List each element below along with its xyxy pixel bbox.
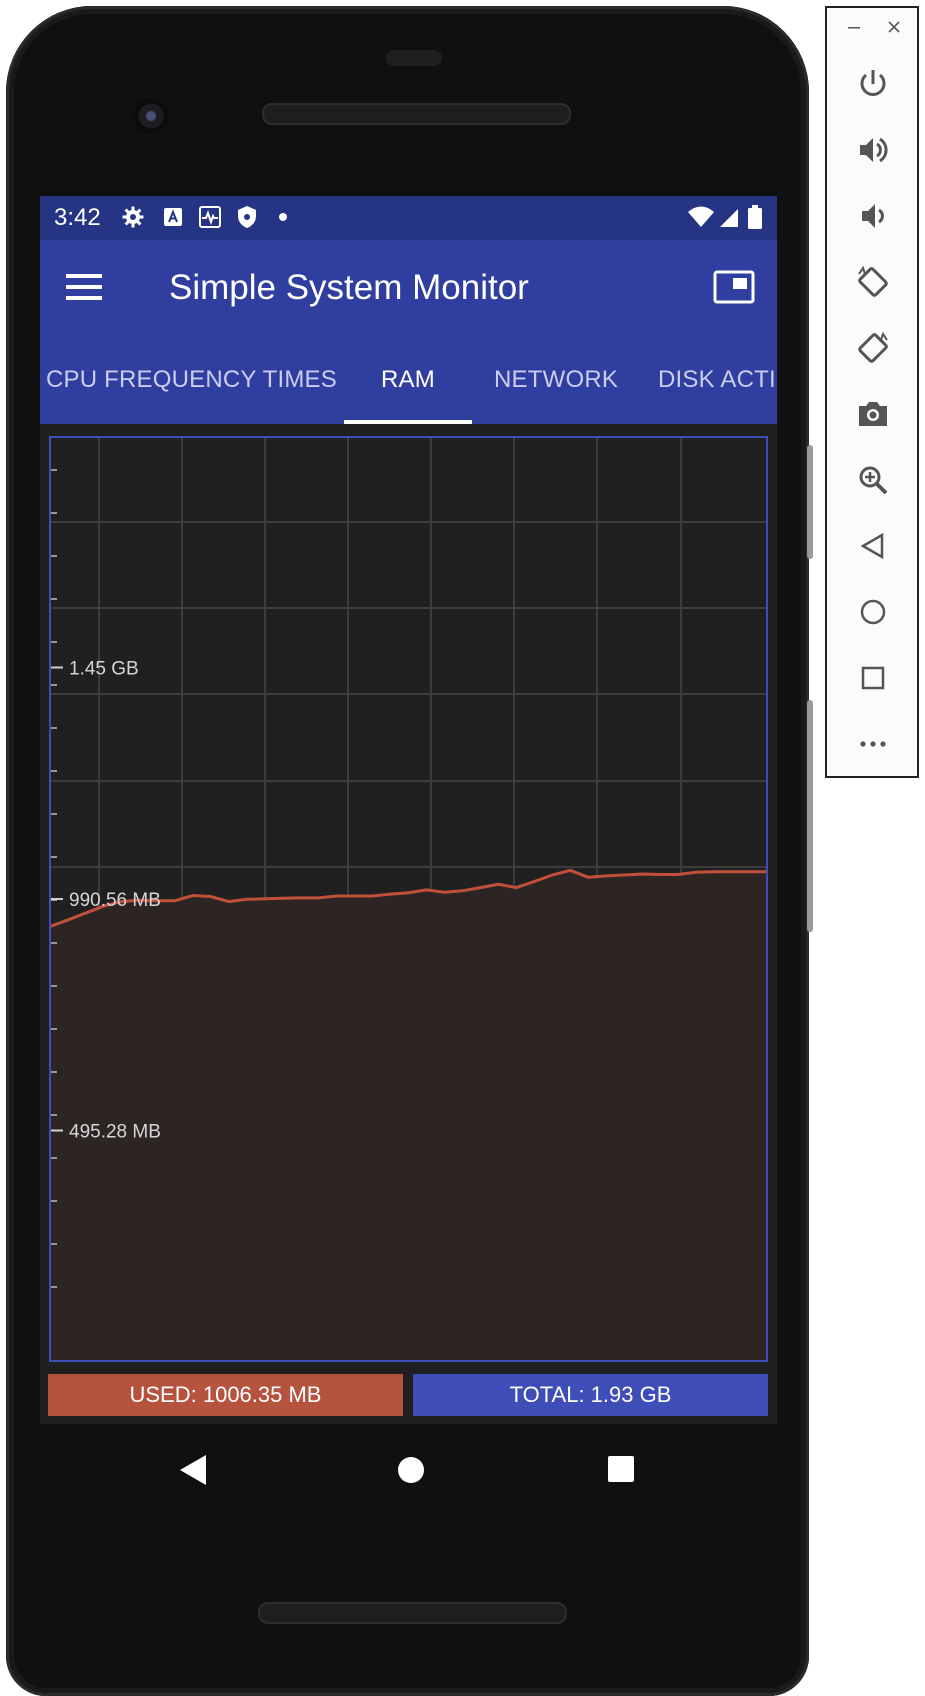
- hamburger-menu-icon[interactable]: [66, 272, 102, 302]
- pulse-icon: [197, 204, 223, 230]
- recents-square-icon[interactable]: [607, 1455, 635, 1488]
- tab-disk-activity[interactable]: DISK ACTI: [658, 366, 776, 394]
- power-icon[interactable]: [850, 61, 896, 107]
- overview-icon[interactable]: [850, 655, 896, 701]
- volume-up-icon[interactable]: [850, 127, 896, 173]
- emulator-toolbar: [825, 6, 919, 778]
- gear-icon: [120, 204, 146, 230]
- ram-chart-svg: 1.45 GB 990.56 MB 495.28 MB: [48, 436, 768, 1362]
- tab-ram[interactable]: RAM: [381, 366, 435, 394]
- top-speaker-grille: [262, 103, 571, 125]
- device-screen: 3:42 Simple System Monitor CPU FREQUENCY…: [40, 196, 777, 1424]
- back-triangle-icon[interactable]: [178, 1453, 208, 1492]
- camera-icon[interactable]: [850, 391, 896, 437]
- a-box-icon: [160, 204, 186, 230]
- app-title: Simple System Monitor: [169, 268, 529, 307]
- picture-in-picture-icon[interactable]: [713, 270, 755, 304]
- rotate-left-icon[interactable]: [850, 259, 896, 305]
- minimize-icon[interactable]: [847, 18, 861, 39]
- bottom-speaker-grille: [258, 1602, 567, 1624]
- shield-icon: [234, 204, 260, 230]
- volume-down-icon[interactable]: [850, 193, 896, 239]
- y-axis-tick-label: 990.56 MB: [69, 890, 161, 911]
- home-circle-icon[interactable]: [396, 1455, 426, 1490]
- battery-icon: [742, 204, 768, 230]
- home-icon[interactable]: [850, 589, 896, 635]
- front-camera: [133, 98, 169, 134]
- volume-side-button: [807, 700, 813, 932]
- ram-usage-area: [49, 870, 768, 1362]
- tab-bar: CPU FREQUENCY TIMES RAM NETWORK DISK ACT…: [40, 340, 777, 424]
- y-axis-tick-label: 495.28 MB: [69, 1122, 161, 1143]
- status-bar: 3:42: [40, 196, 777, 240]
- app-bar: Simple System Monitor: [40, 240, 777, 340]
- rotate-right-icon[interactable]: [850, 325, 896, 371]
- zoom-icon[interactable]: [850, 457, 896, 503]
- signal-icon: [716, 204, 742, 230]
- used-memory-legend: USED: 1006.35 MB: [48, 1374, 403, 1416]
- wifi-icon: [686, 204, 716, 230]
- ram-chart: 1.45 GB 990.56 MB 495.28 MB: [48, 436, 768, 1362]
- active-tab-indicator: [344, 420, 472, 424]
- tab-network[interactable]: NETWORK: [494, 366, 618, 394]
- close-icon[interactable]: [887, 18, 901, 39]
- status-time: 3:42: [54, 204, 101, 231]
- back-icon[interactable]: [850, 523, 896, 569]
- dot-icon: [270, 204, 296, 230]
- more-icon[interactable]: [850, 721, 896, 767]
- total-memory-legend: TOTAL: 1.93 GB: [413, 1374, 768, 1416]
- proximity-sensor: [386, 50, 442, 66]
- power-side-button: [807, 445, 813, 559]
- tab-cpu-frequency-times[interactable]: CPU FREQUENCY TIMES: [46, 366, 337, 394]
- y-axis-tick-label: 1.45 GB: [69, 659, 139, 680]
